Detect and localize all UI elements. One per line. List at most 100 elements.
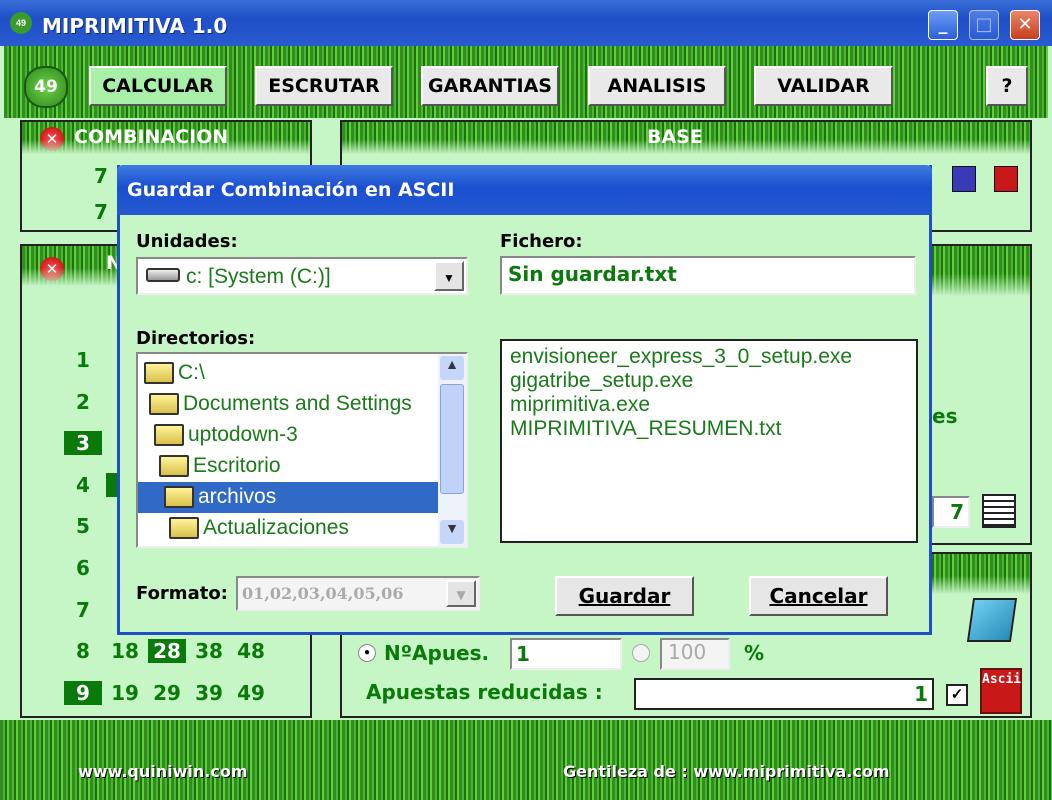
formato-label: Formato: <box>136 583 228 604</box>
napues-radio[interactable]: ● <box>358 644 376 662</box>
fichero-label: Fichero: <box>500 231 583 252</box>
footer-left-link[interactable]: www.quiniwin.com <box>78 762 247 781</box>
reduced-output: 1 <box>634 678 934 710</box>
reduced-label: Apuestas reducidas : <box>366 680 603 704</box>
fichero-input[interactable]: Sin guardar.txt <box>500 256 916 295</box>
scroll-up-icon[interactable]: ▲ <box>440 356 464 380</box>
directorios-label: Directorios: <box>136 328 256 349</box>
clover-logo: 49 <box>24 66 68 108</box>
document-icon[interactable] <box>982 494 1016 528</box>
file-item[interactable]: MIPRIMITIVA_RESUMEN.txt <box>510 417 908 441</box>
reduced-checkbox[interactable]: ✓ <box>946 684 968 706</box>
napues-input[interactable]: 1 <box>510 638 622 670</box>
minimize-button[interactable]: _ <box>928 10 958 40</box>
guardar-button[interactable]: Guardar <box>555 576 694 616</box>
help-button[interactable]: ? <box>986 66 1028 106</box>
folder-icon <box>149 393 179 415</box>
scrollbar[interactable]: ▲ ▼ <box>438 354 466 546</box>
folder-icon <box>144 362 174 384</box>
folder-icon <box>159 455 189 477</box>
formato-select[interactable]: 01,02,03,04,05,06 ▼ <box>236 576 480 611</box>
number-cell[interactable]: 49 <box>232 681 270 705</box>
number-cell[interactable]: 8 <box>64 639 102 663</box>
cancelar-label: Cancelar <box>769 584 868 608</box>
number-cell[interactable]: 39 <box>190 681 228 705</box>
directory-item[interactable]: Documents and Settings <box>138 389 438 420</box>
directory-label: Actualizaciones <box>203 516 349 539</box>
number-cell[interactable]: 6 <box>64 556 102 580</box>
number-cell[interactable]: 9 <box>64 680 102 705</box>
count-input[interactable]: 7 <box>932 496 970 528</box>
analisis-button[interactable]: ANALISIS <box>588 66 726 106</box>
folder-icon <box>164 486 194 508</box>
title-bar: 49 MIPRIMITIVA 1.0 _ □ ✕ <box>0 0 1052 46</box>
directory-item[interactable]: C:\ <box>138 358 438 389</box>
base-title: BASE <box>647 126 703 148</box>
ascii-export-icon[interactable]: Ascii <box>980 668 1022 714</box>
chevron-down-icon[interactable]: ▼ <box>434 261 464 291</box>
number-cell[interactable]: 48 <box>232 639 270 663</box>
footer: www.quiniwin.com Gentileza de : www.mipr… <box>0 720 1052 800</box>
number-cell[interactable]: 28 <box>148 639 186 664</box>
number-cell[interactable]: 29 <box>148 681 186 705</box>
directory-label: archivos <box>198 485 277 508</box>
dialog-title: Guardar Combinación en ASCII <box>127 179 455 201</box>
dialog-title-bar: Guardar Combinación en ASCII <box>117 165 932 215</box>
close-icon[interactable]: ✕ <box>40 127 64 151</box>
save-disk-red-icon[interactable] <box>994 166 1018 192</box>
footer-right-credit[interactable]: Gentileza de : www.miprimitiva.com <box>563 762 890 781</box>
scroll-thumb[interactable] <box>440 384 464 494</box>
number-cell[interactable]: 38 <box>190 639 228 663</box>
directory-item[interactable]: Actualizaciones <box>138 513 438 544</box>
formato-value: 01,02,03,04,05,06 <box>242 584 404 603</box>
percent-radio[interactable] <box>632 644 650 662</box>
file-item[interactable]: gigatribe_setup.exe <box>510 369 908 393</box>
number-cell[interactable]: 18 <box>106 639 144 663</box>
number-cell[interactable]: 7 <box>64 598 102 622</box>
unidades-value: c: [System (C:)] <box>186 265 331 288</box>
number-cell[interactable]: 5 <box>64 514 102 538</box>
combinacion-title: COMBINACION <box>74 126 229 148</box>
number-cell[interactable]: 2 <box>64 390 102 414</box>
drive-icon <box>146 268 180 282</box>
file-list: envisioneer_express_3_0_setup.exe gigatr… <box>500 339 918 543</box>
file-item[interactable]: envisioneer_express_3_0_setup.exe <box>510 345 908 369</box>
unidades-label: Unidades: <box>136 231 238 252</box>
unidades-select[interactable]: c: [System (C:)] ▼ <box>136 257 468 295</box>
number-cell[interactable]: 3 <box>64 431 102 456</box>
scroll-down-icon[interactable]: ▼ <box>440 520 464 544</box>
app-icon: 49 <box>10 12 32 34</box>
window-title: MIPRIMITIVA 1.0 <box>42 14 228 38</box>
number-cell[interactable]: 19 <box>106 681 144 705</box>
directory-label: C:\ <box>178 361 205 384</box>
close-button[interactable]: ✕ <box>1010 10 1040 40</box>
directory-label: uptodown-3 <box>188 423 298 446</box>
calcular-button[interactable]: CALCULAR <box>89 66 227 106</box>
maximize-button[interactable]: □ <box>969 10 999 40</box>
escrutar-button[interactable]: ESCRUTAR <box>255 66 393 106</box>
notepad-icon[interactable] <box>966 598 1018 642</box>
combinacion-row: 7 <box>94 164 108 188</box>
chevron-down-icon[interactable]: ▼ <box>446 580 476 607</box>
cancelar-button[interactable]: Cancelar <box>749 576 888 616</box>
directory-label: Documents and Settings <box>183 392 412 415</box>
validar-button[interactable]: VALIDAR <box>754 66 893 106</box>
save-disk-icon[interactable] <box>952 166 976 192</box>
garantias-button[interactable]: GARANTIAS <box>421 66 559 106</box>
combinacion-row: 7 <box>94 200 108 224</box>
percent-input[interactable]: 100 <box>660 638 730 670</box>
guardar-label: Guardar <box>578 584 671 608</box>
panel-header: ✕ COMBINACION <box>22 122 310 154</box>
napues-label: NºApues. <box>384 641 490 665</box>
directory-item[interactable]: archivos <box>138 482 438 513</box>
save-ascii-dialog: Guardar Combinación en ASCII Unidades: c… <box>117 165 932 635</box>
number-cell[interactable]: 1 <box>64 348 102 372</box>
directory-label: Escritorio <box>193 454 281 477</box>
directory-item[interactable]: uptodown-3 <box>138 420 438 451</box>
number-cell[interactable]: 4 <box>64 473 102 497</box>
panel-header: BASE <box>342 122 1030 154</box>
directory-tree: C:\ Documents and Settings uptodown-3 Escri… <box>136 352 468 548</box>
close-icon[interactable]: ✕ <box>40 257 64 281</box>
directory-item[interactable]: Escritorio <box>138 451 438 482</box>
file-item[interactable]: miprimitiva.exe <box>510 393 908 417</box>
